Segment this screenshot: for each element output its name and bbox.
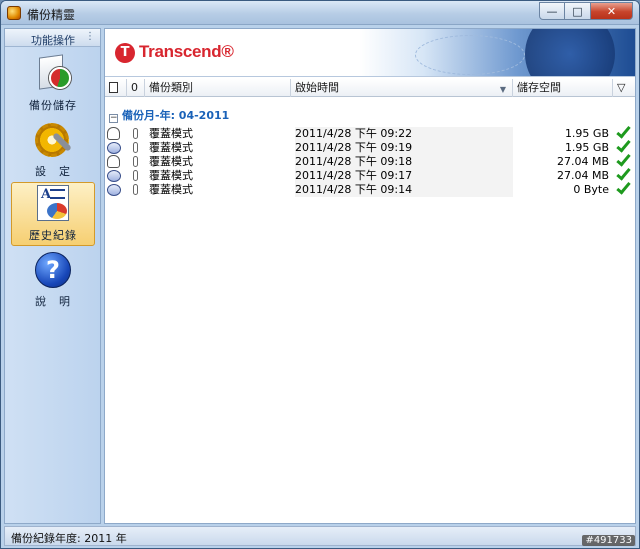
- maximize-button[interactable]: □: [565, 2, 591, 20]
- status-text: 備份紀錄年度: 2011 年: [11, 532, 127, 545]
- table-row[interactable]: 覆蓋模式 2011/4/28 下午 09:14 0 Byte: [105, 179, 635, 197]
- sidebar-item-label: 設 定: [35, 165, 71, 178]
- column-start-time[interactable]: 啟始時間 ▼: [291, 79, 513, 97]
- group-label: 備份月-年: 04-2011: [122, 109, 230, 122]
- table-row[interactable]: 覆蓋模式 2011/4/28 下午 09:19 1.95 GB: [105, 137, 635, 155]
- disk-icon: [107, 142, 121, 154]
- hand-icon: [107, 155, 120, 168]
- sidebar-item-history[interactable]: 歷史紀錄: [11, 182, 95, 246]
- sidebar-item-backup[interactable]: 備份儲存: [11, 53, 95, 117]
- filter-icon: ▽: [617, 81, 626, 94]
- attachment-icon: [133, 184, 138, 195]
- app-window: 備份精靈 — □ ✕ 功能操作 ⋮ 備份儲存 設 定 歷: [0, 0, 640, 549]
- check-icon: [616, 123, 631, 139]
- column-backup-type[interactable]: 備份類別: [145, 79, 291, 97]
- storage-size: 27.04 MB: [556, 155, 609, 168]
- disk-icon: [107, 170, 121, 182]
- storage-size: 0 Byte: [573, 183, 609, 196]
- column-attachment[interactable]: 0: [127, 79, 145, 97]
- sidebar-item-label: 說 明: [35, 295, 71, 308]
- grip-icon[interactable]: ⋮: [85, 31, 95, 42]
- document-icon: [109, 82, 118, 93]
- column-storage-size[interactable]: 儲存空間: [513, 79, 613, 97]
- history-icon: [33, 185, 73, 223]
- backup-type: 覆蓋模式: [149, 127, 193, 140]
- start-time: 2011/4/28 下午 09:14: [295, 183, 513, 197]
- column-document[interactable]: [105, 79, 127, 97]
- start-time: 2011/4/28 下午 09:18: [295, 155, 513, 169]
- sidebar: 功能操作 ⋮ 備份儲存 設 定 歷史紀錄 ? 說 明: [4, 28, 101, 524]
- table-header: 0 備份類別 啟始時間 ▼ 儲存空間 ▽: [105, 79, 635, 97]
- table-row[interactable]: 覆蓋模式 2011/4/28 下午 09:17 27.04 MB: [105, 165, 635, 183]
- start-time: 2011/4/28 下午 09:22: [295, 127, 513, 141]
- sidebar-item-help[interactable]: ? 說 明: [11, 249, 95, 313]
- attachment-icon: [133, 170, 138, 181]
- brand-banner: T Transcend®: [105, 29, 635, 77]
- table-row[interactable]: 覆蓋模式 2011/4/28 下午 09:18 27.04 MB: [105, 151, 635, 169]
- table-row[interactable]: 覆蓋模式 2011/4/28 下午 09:22 1.95 GB: [105, 123, 635, 141]
- app-icon: [7, 6, 21, 20]
- minimize-button[interactable]: —: [539, 2, 565, 20]
- window-title: 備份精靈: [27, 8, 76, 22]
- start-time: 2011/4/28 下午 09:17: [295, 169, 513, 183]
- sidebar-item-label: 歷史紀錄: [29, 229, 77, 242]
- title-bar[interactable]: 備份精靈 — □ ✕: [1, 1, 639, 25]
- column-filter[interactable]: ▽: [613, 79, 635, 97]
- hand-icon: [107, 127, 120, 140]
- main-panel: T Transcend® 0 備份類別 啟始時間 ▼ 儲存空間 ▽ − 備份月-年:…: [104, 28, 636, 524]
- attachment-icon: [133, 128, 138, 139]
- attachment-icon: 0: [131, 81, 138, 94]
- banner-decoration: [415, 35, 525, 75]
- sidebar-title: 功能操作: [31, 34, 75, 47]
- backup-type: 覆蓋模式: [149, 183, 193, 196]
- attachment-icon: [133, 142, 138, 153]
- watermark: #491733: [582, 535, 635, 546]
- help-icon: ?: [33, 251, 73, 289]
- storage-size: 1.95 GB: [564, 141, 609, 154]
- sort-desc-icon: ▼: [499, 85, 506, 94]
- settings-icon: [33, 121, 73, 159]
- storage-size: 1.95 GB: [564, 127, 609, 140]
- sidebar-header: 功能操作 ⋮: [5, 29, 100, 47]
- brand-name: Transcend®: [139, 42, 234, 61]
- close-button[interactable]: ✕: [591, 2, 633, 20]
- window-controls: — □ ✕: [539, 2, 633, 20]
- collapse-icon[interactable]: −: [109, 114, 118, 123]
- sidebar-item-settings[interactable]: 設 定: [11, 119, 95, 183]
- backup-type: 覆蓋模式: [149, 141, 193, 154]
- start-time: 2011/4/28 下午 09:19: [295, 141, 513, 155]
- banner-globe-image: [525, 29, 615, 76]
- disk-icon: [107, 184, 121, 196]
- sidebar-item-label: 備份儲存: [29, 99, 77, 112]
- transcend-logo-icon: T: [115, 43, 135, 63]
- status-bar: 備份紀錄年度: 2011 年: [4, 526, 636, 546]
- storage-size: 27.04 MB: [556, 169, 609, 182]
- attachment-icon: [133, 156, 138, 167]
- backup-type: 覆蓋模式: [149, 155, 193, 168]
- backup-icon: [33, 54, 73, 93]
- group-header[interactable]: − 備份月-年: 04-2011: [109, 107, 229, 123]
- backup-type: 覆蓋模式: [149, 169, 193, 182]
